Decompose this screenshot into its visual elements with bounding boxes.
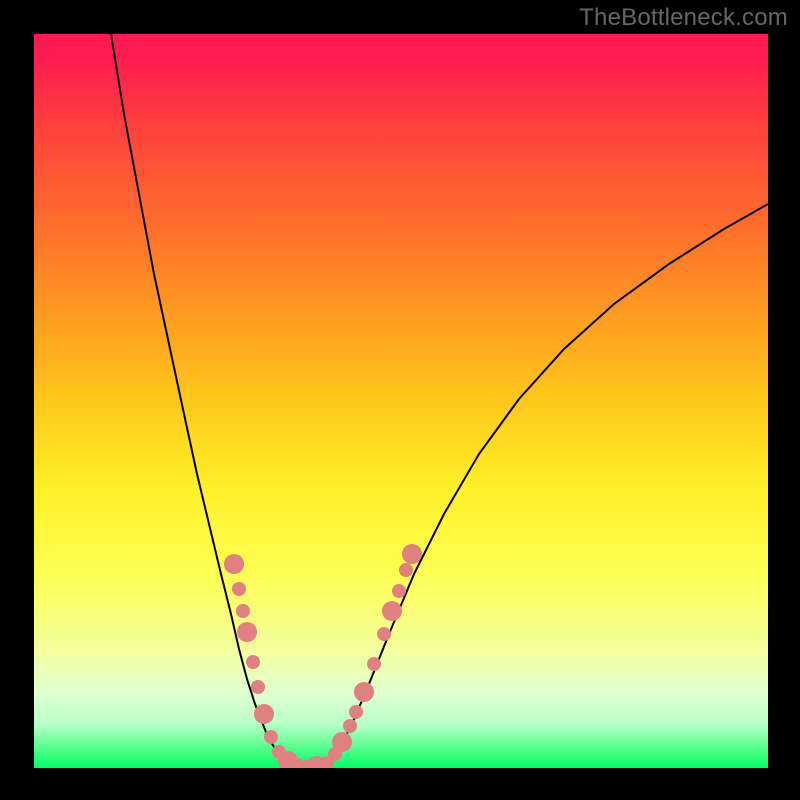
dot-point bbox=[264, 730, 278, 744]
figure-frame: TheBottleneck.com bbox=[0, 0, 800, 800]
dot-point bbox=[349, 705, 363, 719]
dot-point bbox=[377, 627, 391, 641]
highlight-dots bbox=[224, 544, 422, 768]
bottleneck-curve bbox=[111, 34, 768, 767]
dot-point bbox=[382, 601, 402, 621]
dot-point bbox=[367, 657, 381, 671]
dot-point bbox=[237, 622, 257, 642]
dot-point bbox=[232, 582, 246, 596]
dot-point bbox=[236, 604, 250, 618]
dot-point bbox=[246, 655, 260, 669]
dot-point bbox=[392, 584, 406, 598]
curve-layer bbox=[34, 34, 768, 768]
dot-point bbox=[402, 544, 422, 564]
plot-area bbox=[34, 34, 768, 768]
dot-point bbox=[399, 563, 413, 577]
dot-point bbox=[224, 554, 244, 574]
dot-point bbox=[354, 682, 374, 702]
dot-point bbox=[254, 704, 274, 724]
watermark-label: TheBottleneck.com bbox=[579, 4, 788, 32]
dot-point bbox=[332, 732, 352, 752]
dot-point bbox=[343, 719, 357, 733]
dot-point bbox=[251, 680, 265, 694]
